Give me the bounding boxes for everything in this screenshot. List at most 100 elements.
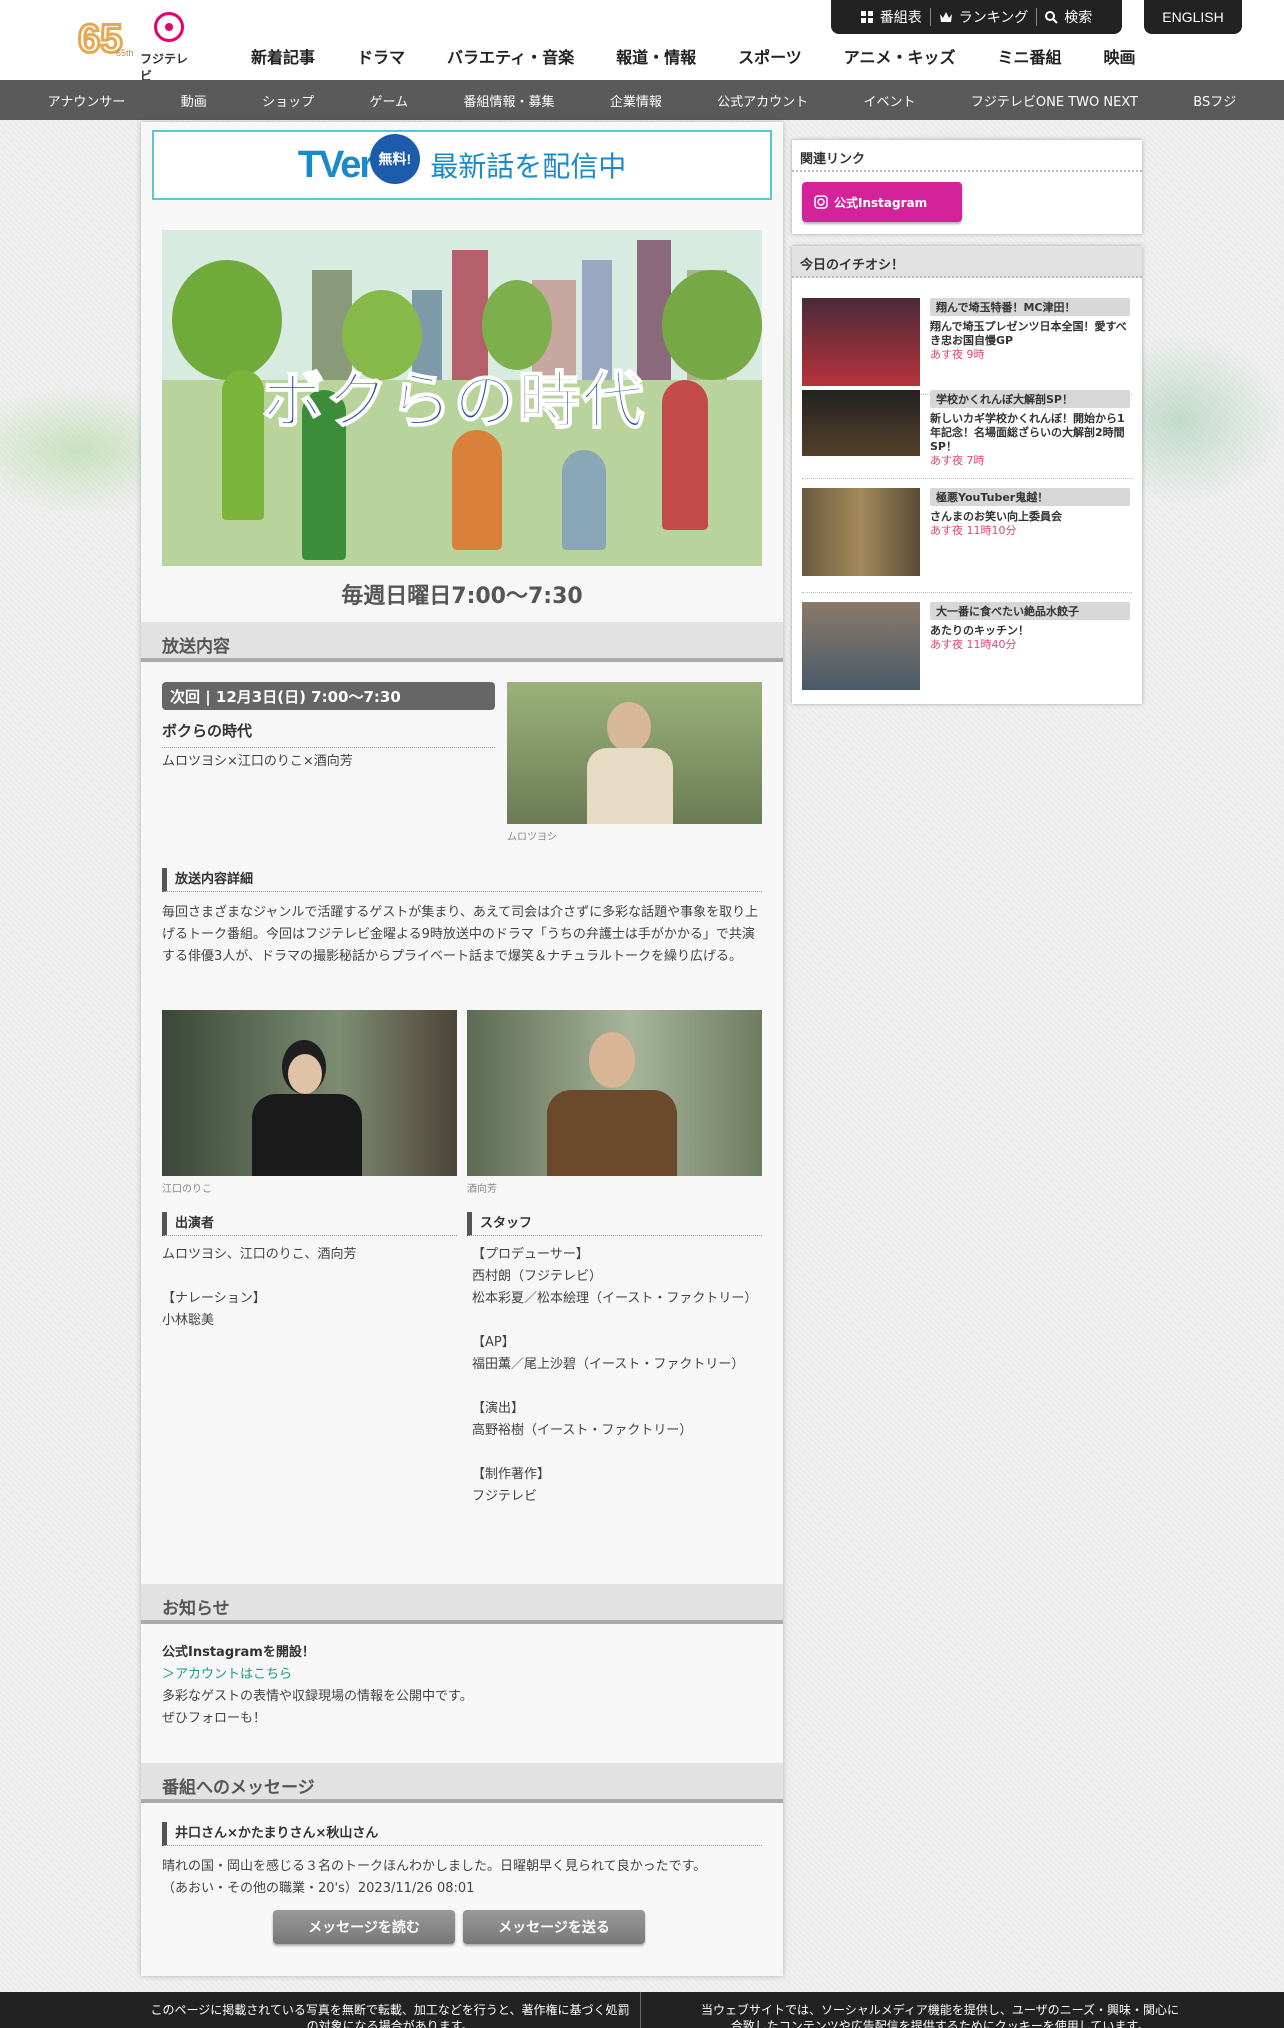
tver-banner[interactable]: TVer 無料! 最新話を配信中: [152, 130, 772, 200]
photo-caption: 江口のりこ: [162, 1184, 212, 1195]
free-badge: 無料!: [369, 133, 420, 184]
pick-title-block: あたりのキッチン！ あす夜 11時40分: [930, 624, 1130, 652]
search-link[interactable]: 検索: [1045, 7, 1092, 27]
utility-bar: 番組表 ランキング 検索: [831, 0, 1122, 34]
subnav-announcer[interactable]: アナウンサー: [48, 91, 126, 110]
message-text: 晴れの国・岡山を感じる３名のトークほんわかしました。日曜朝早く見られて良かったで…: [162, 1859, 707, 1896]
pick-item[interactable]: 極悪YouTuber鬼越！ さんまのお笑い向上委員会 あす夜 11時10分: [802, 488, 1132, 593]
main-nav: 新着記事 ドラマ バラエティ・音楽 報道・情報 スポーツ アニメ・キッズ ミニ番…: [230, 44, 1157, 68]
program-guide-link[interactable]: 番組表: [860, 7, 922, 27]
subnav-bsfuji[interactable]: BSフジ: [1193, 91, 1236, 110]
page-footer: このページに掲載されている写真を無断で転載、加工などを行うと、著作権に基づく処罰…: [0, 1992, 1284, 2028]
pick-title: さんまのお笑い向上委員会: [930, 510, 1062, 523]
tver-logo-text: TVer: [297, 143, 374, 186]
instagram-button-label: 公式Instagram: [834, 195, 928, 210]
instagram-account-link[interactable]: ＞アカウントはこちら: [162, 1664, 762, 1686]
pick-item[interactable]: 翔んで埼玉特番！MC津田！ 翔んで埼玉プレゼンツ日本全国！愛すべき忠お国自慢GP…: [802, 298, 1132, 398]
main-content: TVer 無料! 最新話を配信中 ボクらの時代 毎週日曜日7:00〜7:30 放…: [141, 122, 783, 1976]
grid-icon: [860, 10, 873, 23]
crown-icon: [939, 12, 952, 22]
guest-photo-sako: [467, 1010, 762, 1176]
pick-title-block: さんまのお笑い向上委員会 あす夜 11時10分: [930, 510, 1130, 538]
instagram-button[interactable]: 公式Instagram: [802, 182, 962, 222]
ranking-link[interactable]: ランキング: [939, 7, 1029, 27]
figure-shape: [222, 370, 264, 520]
divider: [1036, 8, 1038, 26]
pick-item[interactable]: 学校かくれんぼ大解剖SP！ 新しいカギ学校かくれんぼ！開始から1年記念！名場面総…: [802, 390, 1132, 490]
tver-logo: TVer 無料!: [297, 133, 420, 187]
staff-text: 【プロデューサー】 西村朗（フジテレビ） 松本彩夏／松本絵理（イースト・ファクト…: [472, 1247, 758, 1504]
nav-news[interactable]: 報道・情報: [595, 44, 717, 68]
staff-heading: スタッフ: [467, 1212, 762, 1236]
pick-tag: 大一番に食べたい絶品水餃子: [930, 602, 1130, 620]
fuji-tv-logo[interactable]: フジテレビ: [138, 10, 198, 83]
pick-thumbnail: [802, 298, 920, 386]
pick-time: あす夜 9時: [930, 348, 985, 361]
program-guide-label: 番組表: [879, 10, 922, 26]
pick-tag: 極悪YouTuber鬼越！: [930, 488, 1130, 506]
related-links-box: 関連リンク 公式Instagram: [792, 140, 1142, 234]
next-broadcast-bar: 次回 | 12月3日(日) 7:00〜7:30: [162, 682, 495, 710]
search-icon: [1045, 10, 1059, 24]
nav-new-articles[interactable]: 新着記事: [230, 44, 336, 68]
todays-pick-heading: 今日のイチオシ！: [792, 246, 1142, 278]
pick-time: あす夜 11時40分: [930, 638, 1017, 651]
instagram-icon: [814, 195, 828, 209]
detail-heading: 放送内容詳細: [162, 868, 762, 892]
photo-caption: ムロツヨシ: [507, 832, 557, 843]
program-logo-title: ボクらの時代: [261, 363, 647, 438]
subnav-program-info[interactable]: 番組情報・募集: [463, 91, 554, 110]
subnav-official-accounts[interactable]: 公式アカウント: [717, 91, 808, 110]
subnav-video[interactable]: 動画: [181, 91, 207, 110]
guest-photo-muro: [507, 682, 762, 824]
section-heading-broadcast: 放送内容: [141, 622, 783, 662]
nav-mini-programs[interactable]: ミニ番組: [976, 44, 1082, 68]
pick-title-block: 新しいカギ学校かくれんぼ！開始から1年記念！名場面総ざらいの大解剖2時間SP！あ…: [930, 412, 1130, 468]
pick-thumbnail: [802, 390, 920, 456]
figure-shape: [452, 430, 502, 550]
divider: [802, 592, 1132, 593]
logo-65-subtext: 65th: [116, 48, 134, 58]
tver-banner-text: 最新話を配信中: [430, 150, 627, 183]
pick-title: 新しいカギ学校かくれんぼ！開始から1年記念！名場面総ざらいの大解剖2時間SP！: [930, 412, 1125, 453]
figure-shape: [662, 380, 708, 530]
related-links-heading: 関連リンク: [792, 140, 1142, 172]
send-message-button[interactable]: メッセージを送る: [463, 1910, 645, 1944]
pick-title: あたりのキッチン！: [930, 624, 1029, 637]
next-program-guests: ムロツヨシ×江口のりこ×酒向芳: [162, 754, 353, 769]
nav-anime-kids[interactable]: アニメ・キッズ: [823, 44, 977, 68]
eye-mark-icon: [154, 12, 184, 42]
subnav-shop[interactable]: ショップ: [262, 91, 314, 110]
subnav-game[interactable]: ゲーム: [369, 91, 408, 110]
nav-drama[interactable]: ドラマ: [336, 44, 426, 68]
pick-item[interactable]: 大一番に食べたい絶品水餃子 あたりのキッチン！ あす夜 11時40分: [802, 602, 1132, 702]
footer-divider: [640, 1992, 641, 2028]
sub-nav: アナウンサー 動画 ショップ ゲーム 番組情報・募集 企業情報 公式アカウント …: [0, 80, 1284, 120]
nav-sports[interactable]: スポーツ: [717, 44, 823, 68]
cast-heading: 出演者: [162, 1212, 457, 1236]
ranking-label: ランキング: [958, 10, 1029, 26]
site-header: 65 65th フジテレビ 番組表 ランキング 検索 ENGLISH 新着記事 …: [0, 0, 1284, 83]
notice-title: 公式Instagramを開設！: [162, 1645, 315, 1660]
pick-thumbnail: [802, 602, 920, 690]
pick-thumbnail: [802, 488, 920, 576]
section-heading-notice: お知らせ: [141, 1584, 783, 1624]
read-messages-button[interactable]: メッセージを読む: [273, 1910, 455, 1944]
detail-text: 毎回さまざまなジャンルで活躍するゲストが集まり、あえて司会は介さずに多彩な話題や…: [162, 905, 759, 964]
65th-anniversary-logo[interactable]: 65 65th: [77, 14, 134, 63]
nav-movies[interactable]: 映画: [1082, 44, 1156, 68]
subnav-onetwonext[interactable]: フジテレビONE TWO NEXT: [971, 91, 1138, 110]
pick-tag: 翔んで埼玉特番！MC津田！: [930, 298, 1130, 316]
subnav-corporate[interactable]: 企業情報: [610, 91, 662, 110]
pick-time: あす夜 11時10分: [930, 524, 1017, 537]
subnav-events[interactable]: イベント: [864, 91, 916, 110]
nav-variety-music[interactable]: バラエティ・音楽: [426, 44, 595, 68]
guest-photo-eguchi: [162, 1010, 457, 1176]
pick-tag: 学校かくれんぼ大解剖SP！: [930, 390, 1130, 408]
broadcast-time: 毎週日曜日7:00〜7:30: [341, 584, 583, 609]
english-link[interactable]: ENGLISH: [1144, 0, 1242, 34]
pick-title-block: 翔んで埼玉プレゼンツ日本全国！愛すべき忠お国自慢GP あす夜 9時: [930, 320, 1130, 362]
footer-cookie-notice: 当ウェブサイトでは、ソーシャルメディア機能を提供し、ユーザのニーズ・興味・関心に…: [700, 2003, 1180, 2028]
footer-copyright-notice: このページに掲載されている写真を無断で転載、加工などを行うと、著作権に基づく処罰…: [150, 2003, 630, 2028]
section-heading-messages: 番組へのメッセージ: [141, 1763, 783, 1803]
